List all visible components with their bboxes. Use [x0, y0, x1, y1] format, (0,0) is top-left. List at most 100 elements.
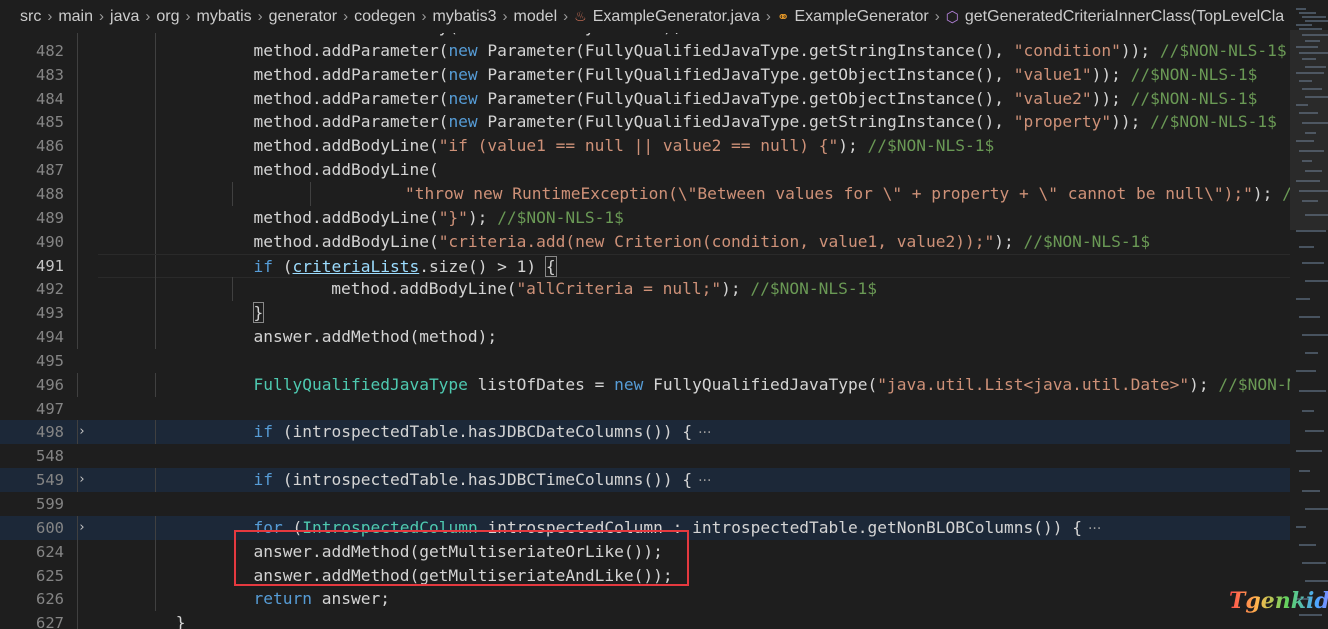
- code-line[interactable]: 627}: [0, 611, 1290, 629]
- line-number: 491: [36, 256, 64, 275]
- minimap-line: [1299, 12, 1316, 14]
- code-text[interactable]: }: [98, 301, 1290, 325]
- code-text[interactable]: [98, 397, 1290, 421]
- minimap-line: [1299, 390, 1326, 392]
- code-line[interactable]: 600 › for (IntrospectedColumn introspected…: [0, 515, 1290, 540]
- code-text[interactable]: method.addParameter(new Parameter(FullyQ…: [98, 87, 1290, 111]
- indent-guide: [76, 468, 78, 493]
- breadcrumb-segment-src[interactable]: src: [20, 8, 41, 26]
- code-line[interactable]: 487 method.addBodyLine(: [0, 158, 1290, 183]
- code-line[interactable]: 496 FullyQualifiedJavaType listOfDates = …: [0, 372, 1290, 397]
- code-line[interactable]: 492 method.addBodyLine("allCriteria = nul…: [0, 277, 1290, 302]
- code-text[interactable]: [98, 349, 1290, 373]
- code-line[interactable]: 625 answer.addMethod(getMultiseriateAndLi…: [0, 563, 1290, 588]
- code-text[interactable]: "throw new RuntimeException(\"Between va…: [98, 182, 1290, 206]
- code-text[interactable]: [98, 492, 1290, 516]
- code-text[interactable]: method.addBodyLine("allCriteria = null;"…: [98, 277, 1290, 301]
- breadcrumb-segment-org[interactable]: org: [156, 8, 179, 26]
- code-line[interactable]: 483 method.addParameter(new Parameter(Ful…: [0, 62, 1290, 87]
- code-line[interactable]: 498 › if (introspectedTable.hasJDBCDateCol…: [0, 420, 1290, 445]
- minimap-line: [1305, 352, 1318, 354]
- code-text[interactable]: method.addBodyLine("}"); //$NON-NLS-1$: [98, 206, 1290, 230]
- minimap-line: [1296, 24, 1312, 26]
- code-text[interactable]: for (IntrospectedColumn introspectedColu…: [98, 516, 1290, 540]
- breadcrumb-segment-main[interactable]: main: [58, 8, 93, 26]
- indent-guide: [76, 158, 78, 183]
- code-text[interactable]: if (introspectedTable.hasJDBCTimeColumns…: [98, 468, 1290, 492]
- code-line[interactable]: 549 › if (introspectedTable.hasJDBCTimeCol…: [0, 468, 1290, 493]
- minimap-line: [1299, 544, 1316, 546]
- code-line[interactable]: 493}: [0, 301, 1290, 326]
- breadcrumb-segment-model[interactable]: model: [514, 8, 558, 26]
- minimap-line: [1296, 526, 1306, 528]
- minimap-line: [1296, 298, 1310, 300]
- line-number: 485: [36, 113, 64, 132]
- code-line[interactable]: 494 answer.addMethod(method);: [0, 325, 1290, 350]
- code-line[interactable]: 490 method.addBodyLine("criteria.add(new …: [0, 229, 1290, 254]
- breadcrumb-class[interactable]: ExampleGenerator: [794, 8, 928, 26]
- code-text[interactable]: method.addParameter(new Parameter(FullyQ…: [98, 110, 1290, 134]
- code-line[interactable]: 548: [0, 444, 1290, 468]
- code-line[interactable]: 624 answer.addMethod(getMultiseriateOrLik…: [0, 539, 1290, 564]
- code-line[interactable]: 484 method.addParameter(new Parameter(Ful…: [0, 86, 1290, 111]
- folded-region-ellipsis: ···: [698, 425, 712, 442]
- watermark-logo: Tgenkidu: [1229, 588, 1328, 614]
- chevron-right-icon: ›: [99, 8, 105, 25]
- code-text[interactable]: answer.addMethod(getMultiseriateOrLike()…: [98, 540, 1290, 564]
- code-line[interactable]: 491 if (criteriaLists.size() > 1) {: [0, 253, 1290, 278]
- code-line[interactable]: 486 method.addBodyLine("if (value1 == nul…: [0, 134, 1290, 159]
- code-text[interactable]: FullyQualifiedJavaType listOfDates = new…: [98, 373, 1290, 397]
- indent-guide: [76, 587, 78, 612]
- code-text[interactable]: return answer;: [98, 587, 1290, 611]
- indent-guide: [76, 253, 78, 278]
- minimap-line: [1296, 370, 1316, 372]
- code-text[interactable]: answer.addMethod(method);: [98, 325, 1290, 349]
- code-line[interactable]: 497: [0, 397, 1290, 421]
- code-line[interactable]: 482 method.addParameter(new Parameter(Ful…: [0, 38, 1290, 63]
- breadcrumb-segment-mybatis3[interactable]: mybatis3: [433, 8, 497, 26]
- code-text[interactable]: method.addBodyLine(: [98, 158, 1290, 182]
- method-icon: ⬡: [945, 8, 959, 26]
- line-number: 484: [36, 89, 64, 108]
- code-line[interactable]: 495: [0, 349, 1290, 373]
- breadcrumb-segment-mybatis[interactable]: mybatis: [197, 8, 252, 26]
- code-line[interactable]: 485 method.addParameter(new Parameter(Ful…: [0, 110, 1290, 135]
- breadcrumb: src › main › java › org › mybatis › generator…: [0, 0, 1290, 33]
- code-line[interactable]: 599: [0, 492, 1290, 516]
- breadcrumb-file[interactable]: ExampleGenerator.java: [593, 8, 760, 26]
- indent-guide: [76, 539, 78, 564]
- breadcrumb-segment-generator[interactable]: generator: [269, 8, 338, 26]
- breadcrumb-segment-java[interactable]: java: [110, 8, 139, 26]
- code-text[interactable]: answer.addMethod(getMultiseriateAndLike(…: [98, 564, 1290, 588]
- code-line[interactable]: 626 return answer;: [0, 587, 1290, 612]
- code-line[interactable]: 489 method.addBodyLine("}"); //$NON-NLS-1…: [0, 205, 1290, 230]
- line-number: 492: [36, 280, 64, 299]
- breadcrumb-method[interactable]: getGeneratedCriteriaInnerClass(TopLevelC…: [965, 8, 1284, 26]
- code-text[interactable]: [98, 444, 1290, 468]
- indent-guide: [76, 38, 78, 63]
- line-number: 495: [36, 351, 64, 370]
- minimap-line: [1302, 334, 1328, 336]
- minimap-line: [1305, 580, 1328, 582]
- code-text[interactable]: }: [98, 611, 1290, 629]
- minimap-line: [1305, 20, 1328, 22]
- code-editor[interactable]: 481method.setVisibility(JavaVisibility.P…: [0, 0, 1290, 629]
- minimap-line: [1305, 430, 1324, 432]
- chevron-right-icon: ›: [563, 8, 569, 25]
- scrollbar-slider[interactable]: [1290, 30, 1328, 230]
- indent-guide: [76, 229, 78, 254]
- code-text[interactable]: method.addParameter(new Parameter(FullyQ…: [98, 39, 1290, 63]
- code-text[interactable]: if (criteriaLists.size() > 1) {: [98, 253, 1290, 278]
- line-number: 599: [36, 495, 64, 513]
- chevron-right-icon: ›: [765, 8, 771, 25]
- line-number: 482: [36, 41, 64, 60]
- code-text[interactable]: method.addBodyLine("if (value1 == null |…: [98, 134, 1290, 158]
- code-line[interactable]: 488 "throw new RuntimeException(\"Between…: [0, 181, 1290, 206]
- java-file-icon: ♨: [574, 8, 587, 24]
- code-text[interactable]: if (introspectedTable.hasJDBCDateColumns…: [98, 420, 1290, 444]
- line-number: 494: [36, 328, 64, 347]
- code-text[interactable]: method.addBodyLine("criteria.add(new Cri…: [98, 230, 1290, 254]
- code-text[interactable]: method.addParameter(new Parameter(FullyQ…: [98, 63, 1290, 87]
- breadcrumb-segment-codegen[interactable]: codegen: [354, 8, 415, 26]
- folded-region-ellipsis: ···: [1087, 520, 1102, 537]
